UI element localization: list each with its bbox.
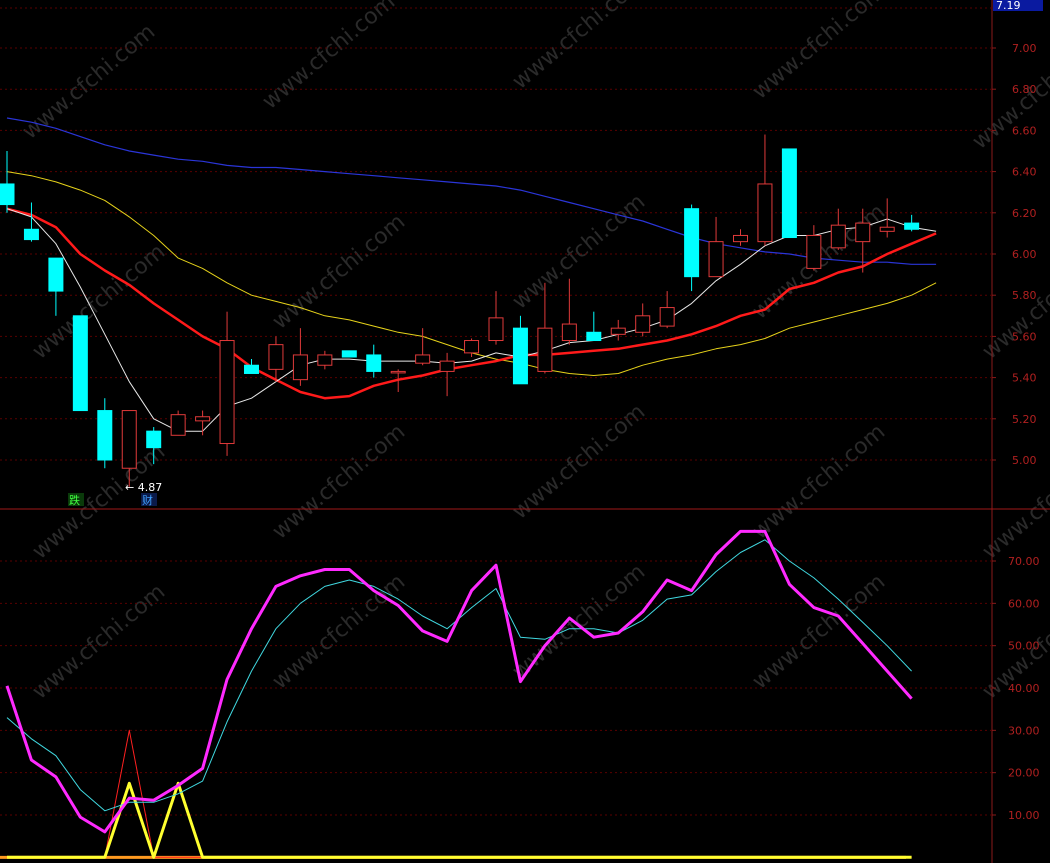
candle-body-up [317, 354, 333, 366]
price-tick-label: 5.20 [1012, 413, 1037, 426]
candle-body-down [146, 430, 162, 449]
indicator-tick-label: 60.00 [1008, 597, 1040, 610]
candle-body-up [464, 340, 480, 354]
candle-body-down [366, 354, 382, 372]
candle-body-up [537, 327, 553, 372]
price-tick-label: 5.00 [1012, 454, 1037, 467]
candle-body-up [561, 323, 577, 342]
candle-body-up [292, 354, 308, 381]
candle-body-down [244, 364, 259, 374]
candle-body-down [97, 410, 113, 461]
price-tick-label: 6.80 [1012, 83, 1037, 96]
indicator-tick-label: 70.00 [1008, 555, 1040, 568]
finance-marker: 财 [142, 493, 153, 507]
candle-body-up [855, 222, 871, 243]
low-price-annotation: ← 4.87 [125, 481, 162, 494]
indicator-tick-label: 40.00 [1008, 682, 1040, 695]
candle-body-up [635, 315, 651, 333]
candle-body-up [268, 344, 284, 370]
candle-body-down [72, 315, 88, 412]
stock-chart: www.cfchi.com www.cfchi.com www.cfchi.com w… [0, 0, 1050, 863]
price-tick-label: 6.00 [1012, 248, 1037, 261]
candle-body-down [586, 331, 602, 342]
price-tick-label: 7.00 [1012, 42, 1037, 55]
price-box: 7.19 [993, 0, 1043, 12]
candle-body-down [904, 222, 920, 230]
price-box-text: 7.19 [996, 0, 1021, 12]
candle-body-up [610, 327, 626, 335]
indicator-tick-label: 50.00 [1008, 640, 1040, 653]
fall-marker: 跌 [69, 493, 80, 507]
candle-body-up [219, 340, 235, 445]
candle-body-down [684, 208, 700, 278]
candle-body-up [195, 416, 211, 422]
price-tick-label: 5.60 [1012, 330, 1037, 343]
candle-body-down [0, 183, 15, 206]
candle-body-up [439, 360, 455, 372]
candle-body-up [708, 241, 724, 278]
candle-body-up [390, 370, 406, 374]
candle-body-down [512, 327, 528, 385]
candle-body-down [341, 350, 357, 358]
candle-body-down [23, 228, 39, 241]
price-tick-label: 6.40 [1012, 166, 1037, 179]
candle-body-up [879, 226, 895, 232]
candle-body-down [781, 148, 797, 239]
candle-body-up [659, 307, 675, 327]
candle-body-up [170, 414, 186, 436]
candle-body-up [806, 234, 822, 269]
candle-body-up [830, 224, 846, 249]
candle-body-up [733, 234, 748, 243]
candle-body-up [757, 183, 773, 243]
indicator-tick-label: 30.00 [1008, 724, 1040, 737]
indicator-tick-label: 20.00 [1008, 767, 1040, 780]
price-tick-label: 5.40 [1012, 372, 1037, 385]
candle-body-down [48, 257, 64, 292]
price-tick-label: 5.80 [1012, 289, 1037, 302]
price-tick-label: 6.20 [1012, 207, 1037, 220]
candle-body-up [488, 317, 504, 342]
indicator-tick-label: 10.00 [1008, 809, 1040, 822]
candle-body-up [415, 354, 431, 364]
candle-body-up [121, 410, 137, 469]
price-tick-label: 6.60 [1012, 124, 1037, 137]
